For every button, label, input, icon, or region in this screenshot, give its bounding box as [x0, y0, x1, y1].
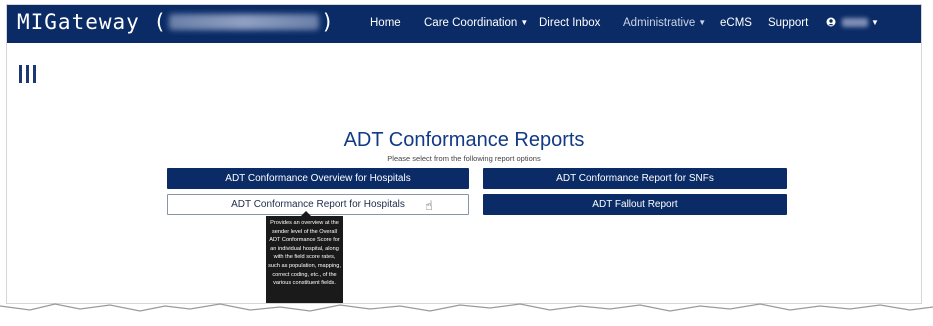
- nav-home[interactable]: Home: [370, 17, 401, 29]
- torn-paper-edge: [0, 303, 933, 326]
- nav-care-coordination-label: Care Coordination: [424, 17, 518, 29]
- app-window: MIGateway ( ) Home Care Coordination ▼ Di…: [6, 4, 922, 304]
- adt-report-snfs-button[interactable]: ADT Conformance Report for SNFs: [483, 168, 787, 189]
- caret-down-icon: ▼: [698, 18, 707, 27]
- nav-care-coordination[interactable]: Care Coordination ▼: [424, 17, 528, 29]
- tooltip-line: an individual hospital, along: [270, 245, 339, 252]
- nav-administrative-label: Administrative: [623, 17, 696, 29]
- adt-overview-hospitals-button[interactable]: ADT Conformance Overview for Hospitals: [167, 168, 469, 189]
- redacted-environment-name: [169, 14, 320, 30]
- user-menu[interactable]: ▼: [826, 17, 879, 29]
- hand-pointer-icon: ☝: [425, 198, 433, 213]
- page-title: ADT Conformance Reports: [343, 129, 585, 151]
- menu-bars-icon[interactable]: [19, 65, 36, 83]
- report-tooltip: Provides an overview at the sender level…: [266, 216, 343, 303]
- brand-prefix: MIGateway (: [17, 10, 168, 34]
- tooltip-line: ADT Conformance Score for: [269, 237, 340, 244]
- tooltip-line: with the field score rates,: [273, 254, 336, 261]
- brand-logo[interactable]: MIGateway ( ): [17, 10, 335, 34]
- caret-down-icon: ▼: [520, 18, 529, 27]
- user-circle-icon: [826, 17, 836, 27]
- nav-administrative[interactable]: Administrative ▼: [623, 17, 706, 29]
- tooltip-line: correct coding, etc., of the: [272, 271, 337, 278]
- caret-down-icon: ▼: [871, 18, 879, 27]
- adt-report-hospitals-button[interactable]: ADT Conformance Report for Hospitals: [167, 194, 469, 215]
- tooltip-line: sender level of the Overall: [272, 228, 337, 235]
- nav-support[interactable]: Support: [768, 17, 808, 29]
- tooltip-line: such as population, mapping,: [268, 262, 341, 269]
- page-subtitle: Please select from the following report …: [387, 154, 541, 163]
- nav-ecms[interactable]: eCMS: [720, 17, 752, 29]
- nav-direct-inbox[interactable]: Direct Inbox: [539, 17, 600, 29]
- tooltip-line: various constituent fields.: [273, 280, 336, 287]
- redacted-username: [842, 18, 868, 27]
- adt-fallout-report-button[interactable]: ADT Fallout Report: [483, 194, 787, 215]
- tooltip-line: Provides an overview at the: [270, 220, 339, 226]
- top-navbar: MIGateway ( ) Home Care Coordination ▼ Di…: [7, 5, 921, 43]
- brand-suffix: ): [321, 10, 335, 34]
